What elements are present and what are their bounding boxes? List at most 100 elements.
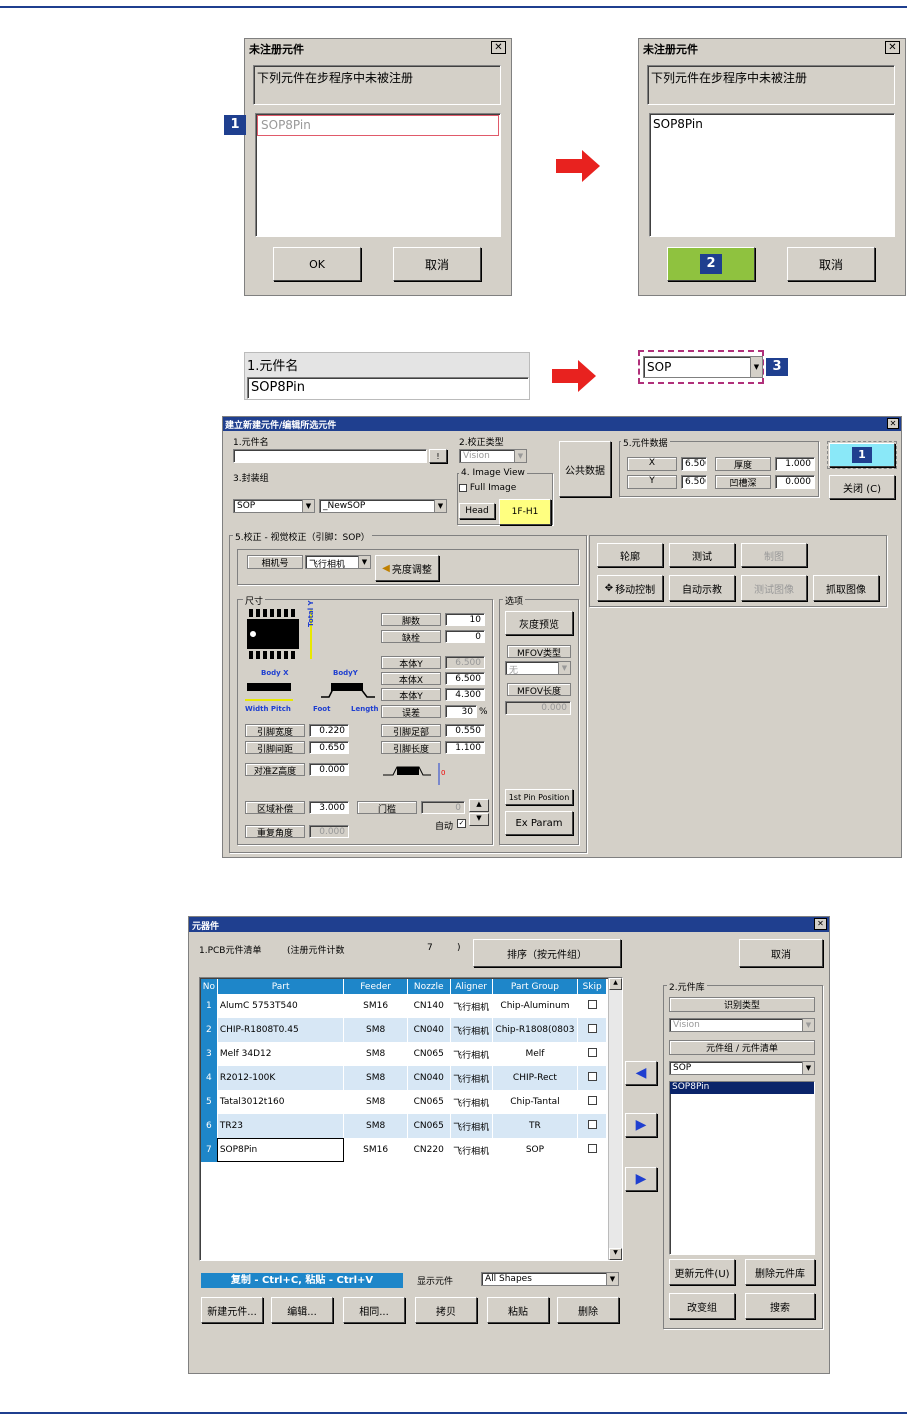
update-part-button[interactable]: 更新元件(U) [669, 1259, 735, 1285]
nozzle-cell[interactable]: CN065 [407, 1090, 451, 1114]
head-value-button[interactable]: 1F-H1 [499, 499, 551, 525]
skip-checkbox[interactable] [587, 1120, 597, 1129]
brightness-button[interactable]: ◀ 亮度调整 [375, 555, 439, 581]
unregistered-list[interactable]: SOP8Pin [255, 113, 501, 237]
group-cell[interactable]: SOP [492, 1138, 579, 1162]
package-sub-combo[interactable]: _NewSOP ▼ [319, 499, 447, 513]
y-input[interactable]: 6.500 [681, 475, 707, 489]
lead-length-input[interactable]: 1.100 [445, 741, 485, 754]
vertical-scrollbar[interactable]: ▲ ▼ [608, 978, 622, 1260]
aligner-cell[interactable]: 飞行相机 [450, 1042, 493, 1066]
aligner-cell[interactable]: 飞行相机 [450, 1114, 493, 1138]
group-cell[interactable]: CHIP-Rect [492, 1066, 579, 1090]
group-cell[interactable]: Chip-Aluminum [492, 994, 579, 1018]
column-header[interactable]: Nozzle [407, 979, 451, 994]
gray-preview-button[interactable]: 灰度预览 [505, 611, 573, 635]
aligner-cell[interactable]: 飞行相机 [450, 1066, 493, 1090]
lead-foot-input[interactable]: 0.550 [445, 724, 485, 737]
name-input[interactable] [233, 449, 427, 463]
first-pin-button[interactable]: 1st Pin Position [505, 789, 573, 805]
skip-checkbox[interactable] [587, 1024, 597, 1033]
chevron-down-icon[interactable]: ▼ [802, 1062, 814, 1074]
nozzle-cell[interactable]: CN140 [407, 994, 451, 1018]
move-control-button[interactable]: ✥ 移动控制 [597, 575, 663, 601]
move-right-button[interactable]: ▶ [625, 1113, 657, 1137]
same-button[interactable]: 相同... [343, 1297, 405, 1323]
group-cell[interactable]: Chip-R1808(0803 [492, 1018, 579, 1042]
search-button[interactable]: 搜索 [745, 1293, 815, 1319]
show-combo[interactable]: All Shapes ▼ [481, 1272, 619, 1286]
field-input[interactable]: 4.300 [445, 688, 485, 701]
list-item[interactable]: SOP8Pin [670, 1082, 814, 1094]
rec-type-combo[interactable]: Vision ▼ [669, 1018, 815, 1032]
common-data-button[interactable]: 公共数据 [559, 441, 611, 497]
name-input[interactable]: SOP8Pin [247, 377, 529, 399]
nozzle-cell[interactable]: CN040 [407, 1018, 451, 1042]
chevron-down-icon[interactable]: ▼ [434, 500, 446, 512]
column-header[interactable]: Aligner [450, 979, 493, 994]
chevron-down-icon[interactable]: ▼ [514, 450, 526, 462]
name-action-button[interactable]: ! [429, 449, 447, 463]
part-cell[interactable]: AlumC 5753T540 [217, 994, 345, 1018]
badge-button[interactable]: 1 [829, 443, 895, 467]
sort-button[interactable]: 排序（按元件组） [473, 939, 621, 967]
aligner-cell[interactable]: 飞行相机 [450, 1018, 493, 1042]
tool-button[interactable]: 自动示教 [669, 575, 735, 601]
thickness-input[interactable]: 1.000 [775, 457, 815, 471]
tool-button[interactable]: 抓取图像 [813, 575, 879, 601]
library-list[interactable]: SOP8Pin [669, 1081, 815, 1255]
skip-cell[interactable] [577, 1114, 607, 1138]
mfov-type-combo[interactable]: 无 ▼ [505, 661, 571, 675]
table-row[interactable]: 3 Melf 34D12 SM8 CN065 飞行相机 Melf [201, 1042, 607, 1066]
tool-button[interactable]: 轮廓 [597, 543, 663, 567]
skip-checkbox[interactable] [587, 1048, 597, 1057]
cancel-button[interactable]: 取消 [787, 247, 875, 281]
table-row[interactable]: 5 Tatal3012t160 SM8 CN065 飞行相机 Chip-Tantal [201, 1090, 607, 1114]
column-header[interactable]: No [201, 979, 218, 994]
unregistered-list[interactable]: SOP8Pin [649, 113, 895, 237]
group-cell[interactable]: Melf [492, 1042, 579, 1066]
tool-button[interactable]: 测试图像 [741, 575, 807, 601]
table-row[interactable]: 7 SOP8Pin SM16 CN220 飞行相机 SOP [201, 1138, 607, 1162]
move-right-all-button[interactable]: ▶ [625, 1167, 657, 1191]
auto-checkbox[interactable]: ✓ [457, 819, 466, 828]
nozzle-cell[interactable]: CN065 [407, 1042, 451, 1066]
table-row[interactable]: 6 TR23 SM8 CN065 飞行相机 TR [201, 1114, 607, 1138]
change-group-button[interactable]: 改变组 [669, 1293, 735, 1319]
scroll-down-icon[interactable]: ▼ [609, 1248, 622, 1260]
full-image-checkbox[interactable]: Full Image [459, 483, 516, 493]
column-header[interactable]: Feeder [343, 979, 408, 994]
camera-combo[interactable]: 飞行相机 ▼ [305, 555, 371, 569]
skip-checkbox[interactable] [587, 1144, 597, 1153]
chevron-down-icon[interactable]: ▼ [558, 662, 570, 674]
feeder-cell[interactable]: SM8 [343, 1066, 408, 1090]
feeder-cell[interactable]: SM16 [343, 994, 408, 1018]
feeder-cell[interactable]: SM8 [343, 1042, 408, 1066]
part-cell[interactable]: Tatal3012t160 [217, 1090, 345, 1114]
column-header[interactable]: Part Group [492, 979, 579, 994]
skip-checkbox[interactable] [587, 1000, 597, 1009]
field-input[interactable]: 0 [445, 630, 485, 643]
package-combo[interactable]: SOP ▼ [233, 499, 315, 513]
skip-cell[interactable] [577, 1090, 607, 1114]
part-cell[interactable]: R2012-100K [217, 1066, 345, 1090]
move-left-button[interactable]: ◀ [625, 1061, 657, 1085]
cancel-button[interactable]: 取消 [393, 247, 481, 281]
skip-cell[interactable] [577, 1066, 607, 1090]
field-input[interactable]: 6.500 [445, 656, 485, 669]
close-button[interactable]: 关闭 (C) [829, 475, 895, 499]
nozzle-cell[interactable]: CN220 [407, 1138, 451, 1162]
scroll-up-icon[interactable]: ▲ [609, 978, 622, 990]
tolerance-input[interactable]: 30 [445, 705, 477, 718]
groove-input[interactable]: 0.000 [775, 475, 815, 489]
table-row[interactable]: 2 CHIP-R1808T0.45 SM8 CN040 飞行相机 Chip-R1808(0… [201, 1018, 607, 1042]
aligner-cell[interactable]: 飞行相机 [450, 994, 493, 1018]
x-input[interactable]: 6.500 [681, 457, 707, 471]
area-comp-input[interactable]: 3.000 [309, 801, 349, 814]
cancel-button[interactable]: 取消 [739, 939, 823, 967]
feeder-cell[interactable]: SM16 [343, 1138, 408, 1162]
chevron-down-icon[interactable]: ▼ [606, 1273, 618, 1285]
ok-button[interactable]: 2 [667, 247, 755, 281]
lead-pitch-input[interactable]: 0.650 [309, 741, 349, 754]
close-icon[interactable]: ✕ [491, 41, 506, 54]
